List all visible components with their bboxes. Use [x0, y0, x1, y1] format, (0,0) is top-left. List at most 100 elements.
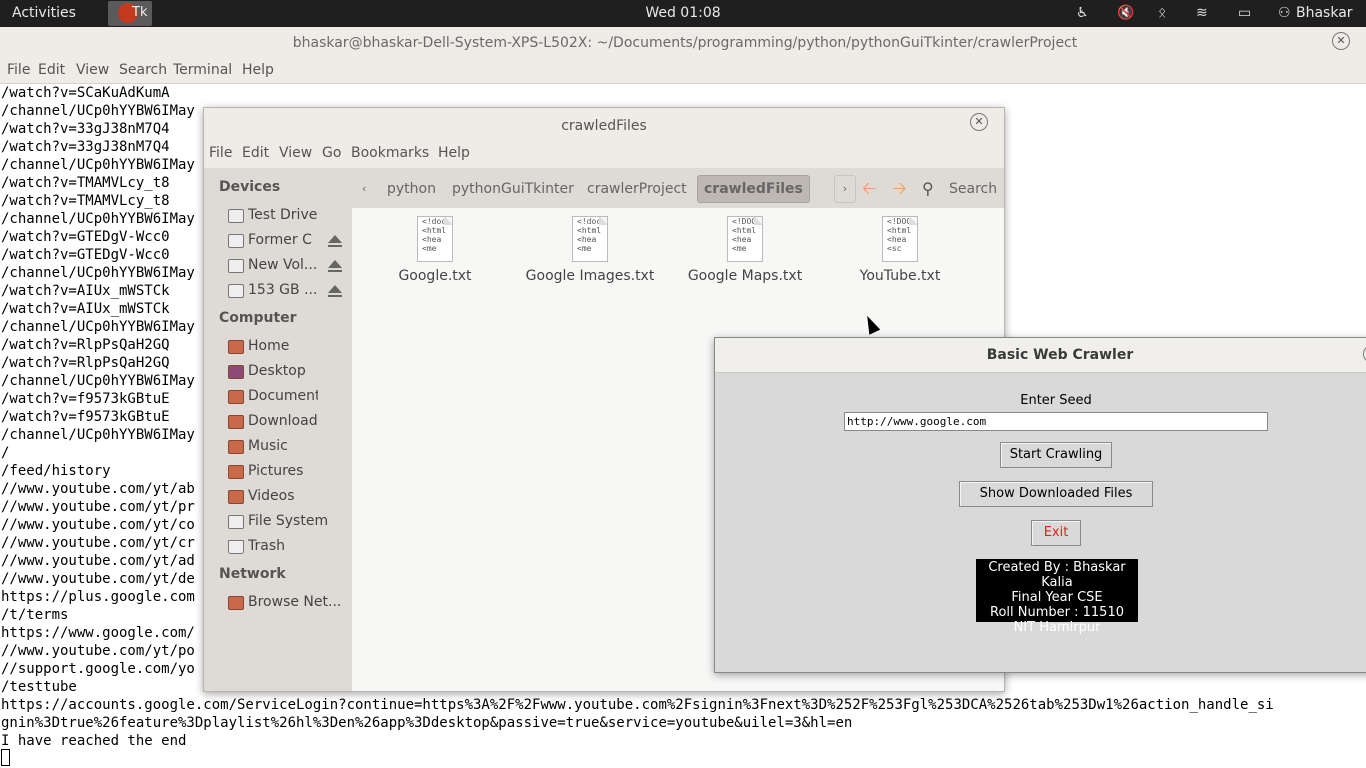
credits-line: NIT Hamirpur [1013, 620, 1101, 635]
terminal-menu-search[interactable]: Search [119, 62, 167, 78]
documents-folder-icon [228, 390, 244, 404]
file-manager-title: crawledFiles [561, 118, 647, 134]
sidebar-item-music[interactable]: Music [228, 438, 350, 458]
credits-line: Created By : Bhaskar Kalia [988, 560, 1126, 590]
terminal-menu-file[interactable]: File [7, 62, 30, 78]
breadcrumb-crawlerproject[interactable]: crawlerProject [587, 177, 687, 201]
volume-muted-icon[interactable]: 🔇 [1117, 5, 1134, 21]
search-button-label[interactable]: Search [949, 177, 997, 201]
breadcrumb-right-arrow-icon[interactable]: › [834, 175, 856, 203]
sidebar-item-documents[interactable]: Documents [228, 388, 350, 408]
battery-icon[interactable]: ▭ [1238, 5, 1251, 21]
file-name: Google.txt [398, 268, 472, 284]
terminal-menu-help[interactable]: Help [242, 62, 274, 78]
sidebar-label: Former C [248, 232, 312, 248]
sidebar-label: Desktop [248, 363, 306, 379]
credits-box: Created By : Bhaskar Kalia Final Year CS… [976, 559, 1138, 635]
user-icon: ⚇ [1278, 5, 1291, 21]
fm-menu-go[interactable]: Go [322, 145, 341, 161]
sidebar-label: Browse Net... [248, 594, 342, 610]
sidebar-item-153gb[interactable]: 153 GB ... [228, 282, 350, 302]
fm-menu-bookmarks[interactable]: Bookmarks [351, 145, 429, 161]
drive-icon [228, 209, 244, 223]
music-folder-icon [228, 440, 244, 454]
home-folder-icon [228, 340, 244, 354]
trash-icon [228, 540, 244, 554]
fm-menu-edit[interactable]: Edit [242, 145, 269, 161]
search-icon[interactable]: ⚲ [922, 177, 934, 201]
sidebar-item-desktop[interactable]: Desktop [228, 363, 350, 383]
web-crawler-title: Basic Web Crawler [986, 347, 1134, 363]
file-item[interactable]: <!doc <html <hea <me Google Images.txt [515, 216, 665, 284]
seed-input[interactable]: http://www.google.com [844, 412, 1268, 431]
sidebar-label: 153 GB ... [248, 282, 318, 298]
text-file-icon: <!doc <html <hea <me [572, 216, 608, 262]
file-name: Google Maps.txt [687, 268, 803, 284]
eject-icon[interactable] [328, 285, 342, 297]
sidebar-item-test-drive[interactable]: Test Drive [228, 207, 350, 227]
terminal-menu-view[interactable]: View [76, 62, 109, 78]
show-downloaded-files-button[interactable]: Show Downloaded Files [959, 481, 1153, 507]
eject-icon[interactable] [328, 235, 342, 247]
terminal-title: bhaskar@bhaskar-Dell-System-XPS-L502X: ~… [292, 35, 1078, 51]
forward-arrow-icon[interactable]: 🡢 [892, 177, 907, 201]
breadcrumb-pythonguitkinter[interactable]: pythonGuiTkinter [452, 177, 574, 201]
places-sidebar: Devices Test Drive Former C New Vol... 1… [204, 168, 352, 691]
sidebar-label: Home [248, 338, 290, 354]
sidebar-item-home[interactable]: Home [228, 338, 350, 358]
drive-icon [228, 284, 244, 298]
top-panel: Activities Tk Wed 01:08 ♿ 🔇 ᛟ ≋ ▭ ⚇ Bhas… [0, 0, 1366, 27]
sidebar-item-new-volume[interactable]: New Vol... [228, 257, 350, 277]
breadcrumb-crawledfiles[interactable]: crawledFiles [697, 175, 810, 203]
terminal-line: I have reached the end [1, 733, 187, 749]
file-item[interactable]: <!doc <html <hea <me Google.txt [360, 216, 510, 284]
fm-menu-file[interactable]: File [209, 145, 232, 161]
bluetooth-icon[interactable]: ᛟ [1158, 5, 1166, 21]
network-folder-icon [228, 596, 244, 610]
breadcrumb-python[interactable]: python [387, 177, 436, 201]
desktop-icon [228, 365, 244, 379]
fm-menu-help[interactable]: Help [438, 145, 470, 161]
sidebar-item-file-system[interactable]: File System [228, 513, 350, 533]
web-crawler-titlebar: Basic Web Crawler [715, 338, 1366, 373]
terminal-menu-edit[interactable]: Edit [38, 62, 65, 78]
sidebar-item-former-c[interactable]: Former C [228, 232, 350, 252]
sidebar-item-trash[interactable]: Trash [228, 538, 350, 558]
terminal-menu-terminal[interactable]: Terminal [173, 62, 232, 78]
start-crawling-button[interactable]: Start Crawling [1000, 442, 1112, 468]
user-menu[interactable]: Bhaskar [1296, 5, 1353, 21]
sidebar-item-downloads[interactable]: Downloads [228, 413, 350, 433]
sidebar-item-pictures[interactable]: Pictures [228, 463, 350, 483]
file-name: YouTube.txt [859, 268, 941, 284]
web-crawler-window: Basic Web Crawler Enter Seed http://www.… [714, 337, 1366, 673]
file-name: Google Images.txt [525, 268, 655, 284]
file-item[interactable]: <!DOC <html <hea <sc YouTube.txt [825, 216, 975, 284]
computer-heading: Computer [219, 310, 297, 326]
sidebar-label: New Vol... [248, 257, 318, 273]
fm-menu-view[interactable]: View [279, 145, 312, 161]
sidebar-item-browse-network[interactable]: Browse Net... [228, 594, 350, 614]
eject-icon[interactable] [328, 260, 342, 272]
accessibility-icon[interactable]: ♿ [1076, 5, 1089, 21]
file-item[interactable]: <!DOC <html <hea <me Google Maps.txt [670, 216, 820, 284]
videos-folder-icon [228, 490, 244, 504]
terminal-close-icon[interactable]: ✕ [1332, 32, 1350, 50]
exit-button[interactable]: Exit [1031, 520, 1081, 546]
devices-heading: Devices [219, 179, 281, 195]
terminal-menubar: File Edit View Search Terminal Help [0, 59, 1366, 84]
breadcrumb-left-arrow-icon[interactable]: ‹ [362, 177, 366, 201]
location-toolbar: ‹ python pythonGuiTkinter crawlerProject… [352, 168, 1004, 208]
wifi-icon[interactable]: ≋ [1196, 5, 1208, 21]
drive-icon [228, 259, 244, 273]
file-manager-close-icon[interactable]: ✕ [970, 113, 988, 131]
terminal-line: https://accounts.google.com/ServiceLogin… [1, 697, 1274, 713]
drive-icon [228, 234, 244, 248]
terminal-line: /watch?v=SCaKuAdKumA [1, 85, 170, 101]
text-file-icon: <!DOC <html <hea <me [727, 216, 763, 262]
back-arrow-icon[interactable]: 🡠 [862, 177, 877, 201]
credits-line: Final Year CSE [1011, 590, 1103, 605]
pictures-folder-icon [228, 465, 244, 479]
sidebar-label: Trash [248, 538, 285, 554]
sidebar-item-videos[interactable]: Videos [228, 488, 350, 508]
sidebar-label: Documents [248, 388, 318, 404]
